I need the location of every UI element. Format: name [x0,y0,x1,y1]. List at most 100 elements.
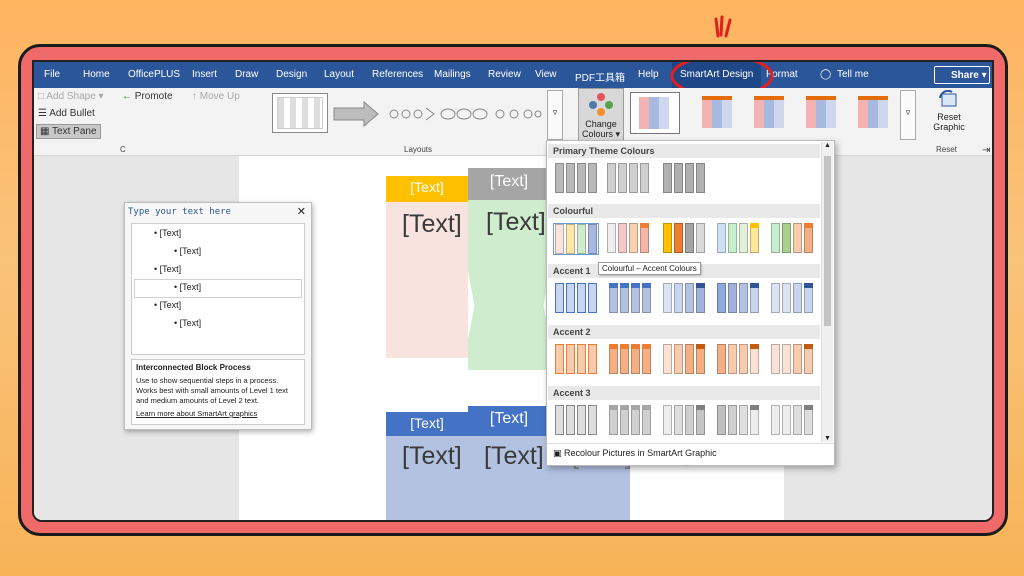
text-pane-item-5[interactable]: • [Text] [154,300,181,310]
tab-layout[interactable]: Layout [324,69,354,80]
document-area: [Text] [Text] [Text] [Text] [ [Text] [Te… [34,156,992,520]
smartart-body-5[interactable]: [Text] [468,436,550,520]
text-pane-list: • [Text] • [Text] • [Text] • [Text] • [T… [131,223,305,355]
text-pane-item-1[interactable]: • [Text] [154,228,181,238]
body-text-2: [Text] [486,208,546,236]
tab-home[interactable]: Home [83,69,110,80]
learn-more-link[interactable]: Learn more about SmartArt graphics [136,409,300,419]
tab-references[interactable]: References [372,69,423,80]
text-pane-item-6[interactable]: • [Text] [174,318,201,328]
smartart-body-4[interactable]: [Text] [386,436,468,520]
tab-file[interactable]: File [44,69,60,80]
add-shape-label: Add Shape [46,91,96,102]
gallery-scrollbar[interactable]: ▲ ▼ [821,142,833,442]
smartart-header-1[interactable]: [Text] [386,176,468,202]
section-colourful: Colourful [548,204,820,218]
tab-pdf[interactable]: PDF工具箱 [575,69,625,84]
swatch-accent1-3[interactable] [663,283,709,315]
reset-graphic-label: Reset [937,112,961,122]
tab-view[interactable]: View [535,69,557,80]
text-pane-item-4[interactable]: • [Text] [174,282,201,292]
header-text-2: [Text] [489,173,529,190]
text-pane-item-3[interactable]: • [Text] [154,264,181,274]
layouts-more-button[interactable]: ▿ [547,90,563,140]
swatch-accent2-4[interactable] [717,344,763,376]
smartart-header-4[interactable]: [Text] [386,412,468,436]
change-colours-button[interactable]: Change Colours ▾ [578,88,624,142]
tab-officeplus[interactable]: OfficePLUS [128,69,180,80]
layout-dots-thumb-1[interactable] [388,104,436,124]
swatch-accent3-1[interactable] [555,405,601,437]
swatch-accent2-1[interactable] [555,344,601,376]
swatch-accent3-3[interactable] [663,405,709,437]
reset-graphic-button[interactable]: Reset Graphic [928,89,970,144]
swatch-accent2-3[interactable] [663,344,709,376]
layout-dots-thumb-2[interactable] [440,104,488,124]
text-pane-item-2[interactable]: • [Text] [174,246,201,256]
text-pane: Type your text here ✕ • [Text] • [Text] … [124,202,312,430]
swatch-colourful-3[interactable] [663,223,709,255]
smartart-body-2[interactable]: [Text] [468,200,550,370]
colour-palette-icon [589,93,613,116]
share-button[interactable]: Share ▾ [934,66,990,84]
swatch-accent3-5[interactable] [771,405,817,437]
change-colours-label-2: Colours ▾ [581,129,621,139]
style-thumb-5[interactable] [850,92,896,134]
swatch-accent1-2[interactable] [609,283,655,315]
body-text-4: [Text] [402,442,462,470]
swatch-colourful-1[interactable] [553,223,599,255]
layout-desc-text: Use to show sequential steps in a proces… [136,376,289,405]
style-thumb-4[interactable] [798,92,844,134]
swatch-primary-1[interactable] [555,163,601,195]
swatch-accent1-1[interactable] [555,283,601,315]
tab-help[interactable]: Help [638,69,659,80]
promote-button[interactable]: ← Promote [122,91,173,102]
reset-group-label: Reset [936,145,957,154]
create-group-label: C [120,145,126,154]
smartart-header-2[interactable]: [Text] [468,168,550,200]
tab-mailings[interactable]: Mailings [434,69,471,80]
swatch-colourful-5[interactable] [771,223,817,255]
recolour-pictures-item[interactable]: ▣ Recolour Pictures in SmartArt Graphic [553,448,717,459]
pin-icon[interactable]: ⇥ [982,145,990,156]
tell-me-search[interactable]: Tell me [837,69,869,80]
swatch-tooltip: Colourful – Accent Colours [598,262,701,275]
styles-more-button[interactable]: ▿ [900,90,916,140]
add-shape-button[interactable]: □ Add Shape ▾ [38,91,104,102]
tab-design[interactable]: Design [276,69,307,80]
move-up-button[interactable]: ↑ Move Up [192,91,240,102]
layout-thumb-1[interactable] [272,93,328,133]
style-thumb-2[interactable] [694,92,740,134]
smartart-body-1[interactable]: [Text] [386,202,468,358]
swatch-primary-2[interactable] [607,163,653,195]
style-thumb-1[interactable] [630,92,680,134]
close-icon[interactable]: ✕ [297,205,306,218]
add-bullet-button[interactable]: ☰ Add Bullet [38,108,95,119]
layout-description: Interconnected Block Process Use to show… [131,359,305,425]
swatch-accent2-5[interactable] [771,344,817,376]
swatch-accent1-4[interactable] [717,283,763,315]
recolour-pictures-label: Recolour Pictures in SmartArt Graphic [564,448,717,458]
swatch-accent3-4[interactable] [717,405,763,437]
arrow-left-icon: ← [122,91,132,102]
reset-graphic-label-2: Graphic [933,122,965,132]
tab-draw[interactable]: Draw [235,69,258,80]
layout-dots-thumb-3[interactable] [494,104,542,124]
swatch-colourful-2[interactable] [607,223,653,255]
text-pane-button[interactable]: ▦ Text Pane [36,124,101,139]
swatch-accent3-2[interactable] [609,405,655,437]
colours-gallery: ▲ ▼ Primary Theme Colours Colourful Acce… [546,140,835,468]
tab-insert[interactable]: Insert [192,69,217,80]
swatch-accent1-5[interactable] [771,283,817,315]
header-text-5: [Text] [489,410,529,427]
style-thumb-3[interactable] [746,92,792,134]
resize-grip-icon[interactable]: .... [683,461,691,468]
swatch-accent2-2[interactable] [609,344,655,376]
menu-bar: File Home OfficePLUS Insert Draw Design … [34,62,992,88]
section-accent-2: Accent 2 [548,325,820,339]
tab-review[interactable]: Review [488,69,521,80]
swatch-primary-3[interactable] [663,163,709,195]
layout-arrow-thumb[interactable] [332,98,382,130]
smartart-header-5[interactable]: [Text] [468,406,550,436]
swatch-colourful-4[interactable] [717,223,763,255]
